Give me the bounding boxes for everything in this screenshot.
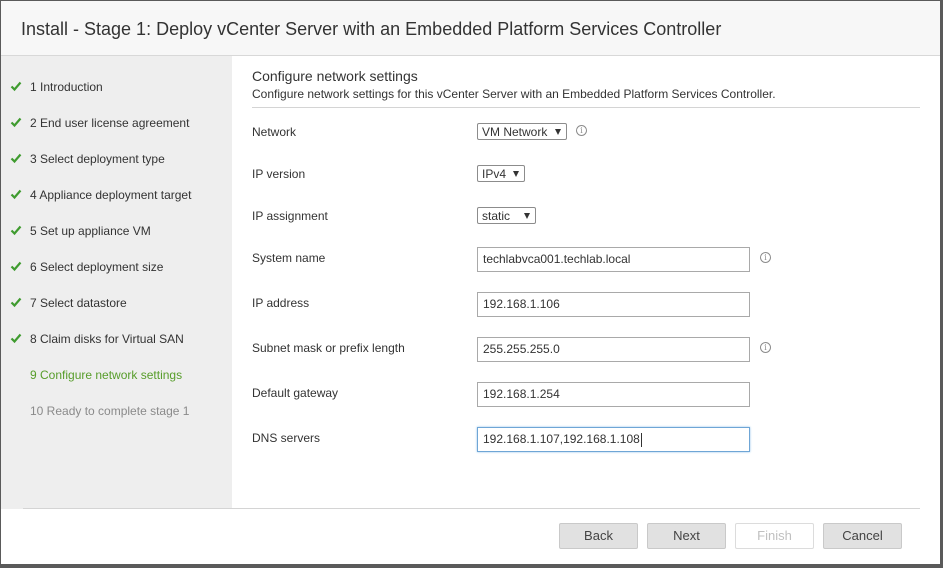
step-label: 5 Set up appliance VM [30,224,151,238]
default-gateway-label: Default gateway [252,386,339,400]
finish-button[interactable]: Finish [735,523,814,549]
ip-address-label: IP address [252,296,310,310]
step-eula[interactable]: 2 End user license agreement [1,113,232,135]
dns-servers-label: DNS servers [252,431,321,445]
info-icon[interactable]: i [760,252,771,263]
default-gateway-input[interactable]: 192.168.1.254 [477,382,750,407]
text-caret [640,432,642,447]
step-deployment-size[interactable]: 6 Select deployment size [1,257,232,279]
dns-servers-value: 192.168.1.107,192.168.1.108 [483,432,640,446]
cancel-button[interactable]: Cancel [823,523,902,549]
ip-version-label: IP version [252,167,306,181]
step-claim-disks[interactable]: 8 Claim disks for Virtual SAN [1,329,232,351]
info-icon[interactable]: i [760,342,771,353]
system-name-input[interactable]: techlabvca001.techlab.local [477,247,750,272]
network-label: Network [252,125,297,139]
dns-servers-input[interactable]: 192.168.1.107,192.168.1.108 [477,427,750,452]
system-name-label: System name [252,251,326,265]
header-divider [252,107,920,108]
title-bar: Install - Stage 1: Deploy vCenter Server… [1,1,940,56]
step-ready-to-complete: 10 Ready to complete stage 1 [1,401,232,423]
step-deployment-target[interactable]: 4 Appliance deployment target [1,185,232,207]
step-label: 8 Claim disks for Virtual SAN [30,332,184,346]
chevron-down-icon [555,129,561,135]
install-wizard-dialog: Install - Stage 1: Deploy vCenter Server… [1,1,940,564]
step-deployment-type[interactable]: 3 Select deployment type [1,149,232,171]
subnet-mask-input[interactable]: 255.255.255.0 [477,337,750,362]
step-label: 7 Select datastore [30,296,127,310]
ip-assignment-select-value: static [482,209,511,223]
page-description: Configure network settings for this vCen… [252,87,776,101]
ip-assignment-select[interactable]: static [477,207,536,224]
check-icon [10,297,22,308]
step-label: 3 Select deployment type [30,152,165,166]
network-select[interactable]: VM Network [477,123,567,140]
check-icon [10,153,22,164]
page-title: Configure network settings [252,68,418,84]
step-setup-vm[interactable]: 5 Set up appliance VM [1,221,232,243]
chevron-down-icon [513,171,519,177]
main-content: Configure network settings Configure net… [232,56,940,509]
check-icon [10,117,22,128]
ip-version-select[interactable]: IPv4 [477,165,525,182]
step-label: 2 End user license agreement [30,116,190,130]
window-title: Install - Stage 1: Deploy vCenter Server… [21,19,722,39]
ip-version-select-value: IPv4 [482,167,507,181]
step-label: 4 Appliance deployment target [30,188,192,202]
network-select-value: VM Network [482,125,548,139]
info-icon[interactable]: i [576,125,587,136]
check-icon [10,225,22,236]
step-datastore[interactable]: 7 Select datastore [1,293,232,315]
step-label: 1 Introduction [30,80,103,94]
check-icon [10,261,22,272]
wizard-steps-sidebar: 1 Introduction 2 End user license agreem… [1,56,232,509]
ip-assignment-label: IP assignment [252,209,328,223]
step-label: 6 Select deployment size [30,260,164,274]
next-button[interactable]: Next [647,523,726,549]
check-icon [10,81,22,92]
check-icon [10,189,22,200]
step-label: 9 Configure network settings [30,368,183,382]
check-icon [10,333,22,344]
step-label: 10 Ready to complete stage 1 [30,404,190,418]
step-introduction[interactable]: 1 Introduction [1,77,232,99]
ip-address-input[interactable]: 192.168.1.106 [477,292,750,317]
back-button[interactable]: Back [559,523,638,549]
chevron-down-icon [524,213,530,219]
subnet-mask-label: Subnet mask or prefix length [252,341,405,355]
footer-divider [23,508,920,509]
step-network-settings[interactable]: 9 Configure network settings [1,365,232,387]
